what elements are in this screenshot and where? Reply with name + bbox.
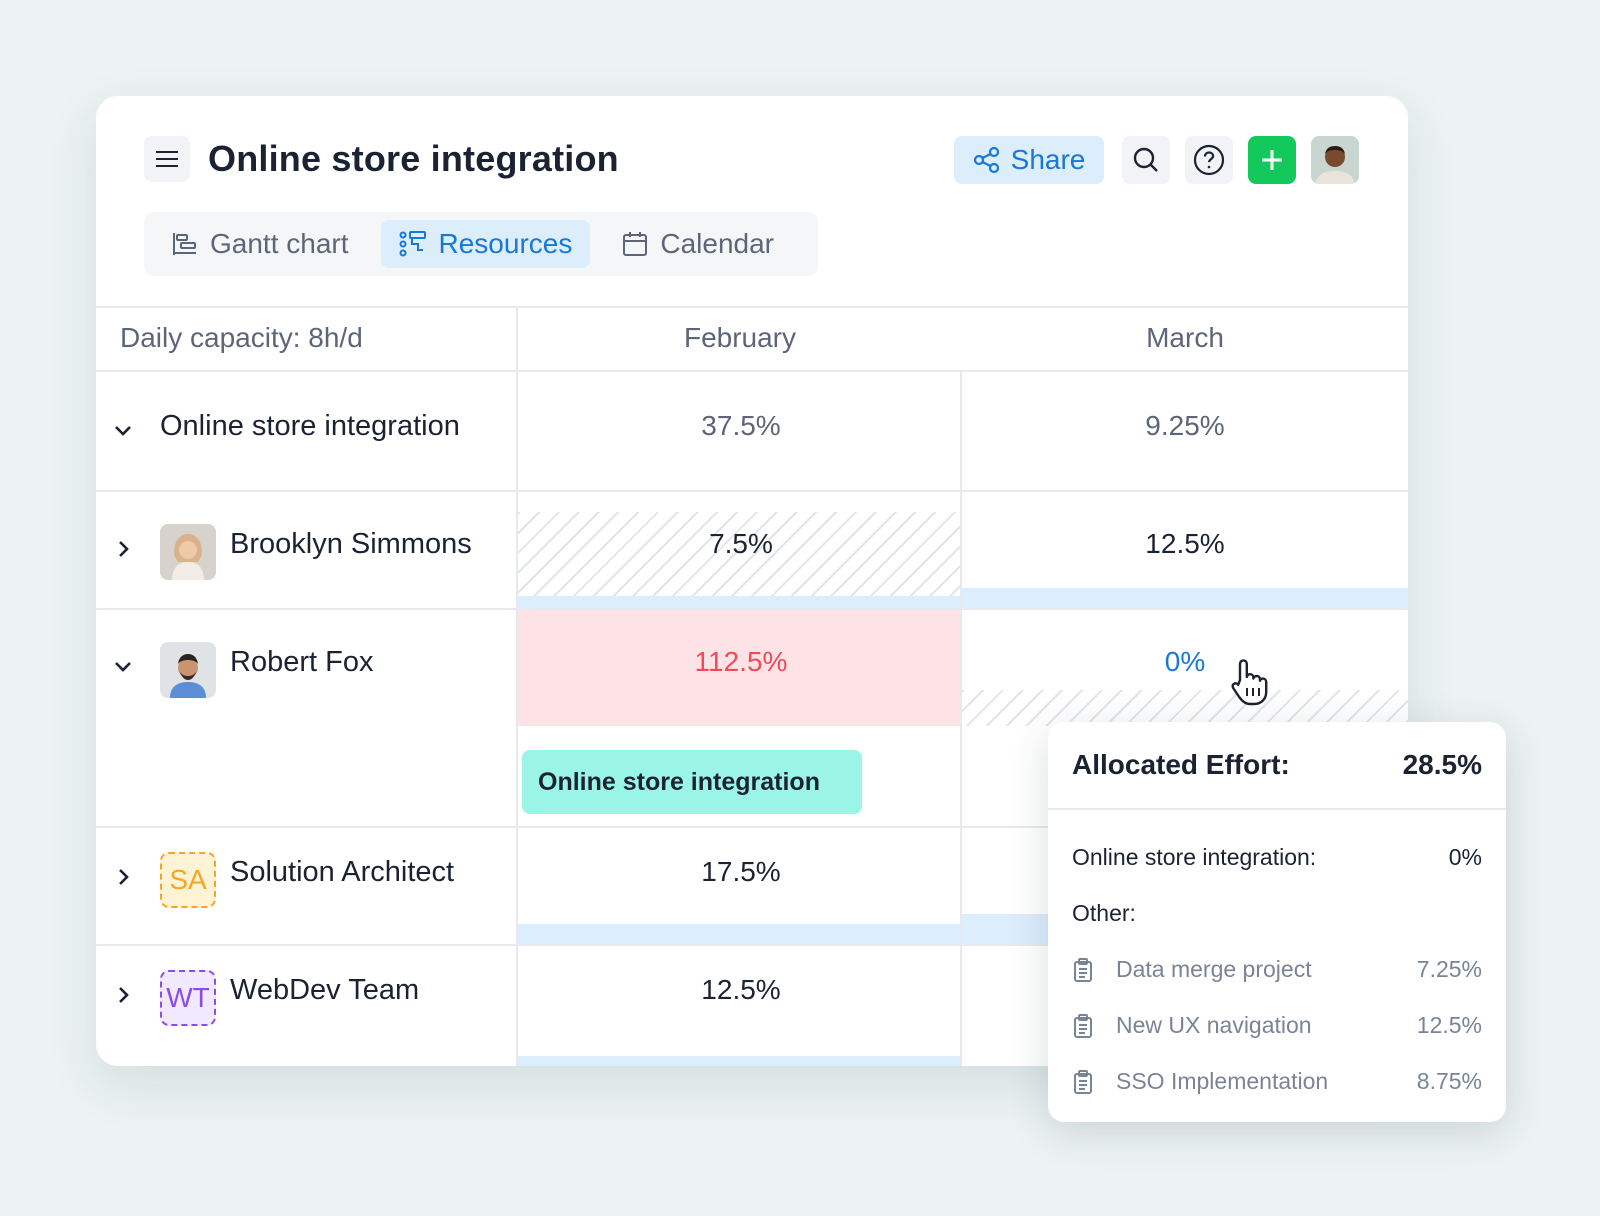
overallocation-value: 112.5% (694, 646, 788, 677)
popup-project-value: 0% (1448, 844, 1482, 870)
calendar-icon (623, 232, 648, 256)
popup-item-name: SSO Implementation (1116, 1068, 1329, 1094)
row-name: Online store integration (160, 410, 460, 442)
clipboard-icon (1074, 1013, 1092, 1038)
team-badge: WT (160, 970, 216, 1026)
user-avatar[interactable] (1311, 136, 1359, 184)
capacity-bar (518, 924, 962, 944)
popup-other-row: Other: (1072, 900, 1482, 927)
help-button[interactable] (1185, 136, 1233, 184)
popup-project-row: Online store integration: 0% (1072, 844, 1482, 871)
capacity-bar (518, 1056, 962, 1066)
month-february: February (683, 322, 797, 353)
popup-item-row: SSO Implementation 8.75% (1072, 1068, 1482, 1095)
popup-item-name: Data merge project (1116, 956, 1312, 982)
menu-button[interactable] (144, 136, 190, 182)
page-title: Online store integration (208, 138, 619, 179)
view-tabs: Gantt chart Resources Calendar (144, 212, 818, 276)
help-icon (1193, 144, 1225, 176)
clipboard-icon (1074, 957, 1092, 982)
row-name: Robert Fox (230, 646, 374, 678)
popup-item-value: 12.5% (1416, 1012, 1482, 1038)
allocation-value: 7.5% (709, 528, 773, 559)
grid-line (96, 490, 1408, 492)
allocation-value: 37.5% (701, 410, 781, 441)
tab-label: Gantt chart (210, 228, 349, 259)
allocated-effort-popup: Allocated Effort: 28.5% Online store int… (1048, 722, 1506, 1122)
popup-item-value: 8.75% (1416, 1068, 1482, 1094)
allocation-value: 9.25% (1145, 410, 1225, 441)
popup-item-name: New UX navigation (1116, 1012, 1312, 1038)
popup-project-label: Online store integration: (1072, 844, 1317, 870)
capacity-label: Daily capacity: 8h/d (120, 322, 363, 353)
clipboard-icon (1074, 1069, 1092, 1094)
tab-label: Calendar (660, 228, 774, 259)
plus-icon (1262, 150, 1282, 170)
chevron-right-icon[interactable] (114, 540, 132, 558)
popup-title: Allocated Effort: (1072, 749, 1290, 780)
chevron-right-icon[interactable] (114, 986, 132, 1004)
avatar (160, 642, 216, 698)
row-name: Solution Architect (230, 856, 455, 888)
search-button[interactable] (1122, 136, 1170, 184)
grid-line (96, 608, 1408, 610)
capacity-bar (962, 588, 1408, 608)
share-icon (973, 146, 999, 174)
menu-icon (156, 151, 178, 167)
gantt-icon (173, 233, 196, 255)
capacity-bar (518, 596, 962, 608)
unavailable-hatch (962, 690, 1408, 726)
share-label: Share (1010, 144, 1086, 175)
tab-calendar[interactable]: Calendar (604, 220, 792, 268)
row-name: Brooklyn Simmons (230, 528, 472, 560)
month-march: March (1146, 322, 1224, 353)
popup-item-row: New UX navigation 12.5% (1072, 1012, 1482, 1039)
row-name: WebDev Team (230, 974, 420, 1006)
avatar (160, 524, 216, 580)
chevron-down-icon[interactable] (114, 422, 132, 440)
popup-item-value: 7.25% (1416, 956, 1482, 982)
chevron-down-icon[interactable] (114, 658, 132, 676)
grid-line (960, 370, 962, 1066)
resources-icon (399, 231, 426, 257)
hand-cursor-icon (1231, 659, 1268, 706)
allocation-value: 12.5% (701, 974, 781, 1005)
popup-header: Allocated Effort: 28.5% (1048, 722, 1506, 810)
search-icon (1133, 147, 1158, 172)
tab-resources[interactable]: Resources (380, 220, 591, 268)
tab-gantt-chart[interactable]: Gantt chart (154, 220, 367, 268)
popup-item-row: Data merge project 7.25% (1072, 956, 1482, 983)
chevron-right-icon[interactable] (114, 868, 132, 886)
grid-line (96, 370, 1408, 372)
grid-line (96, 306, 1408, 308)
allocation-value: 12.5% (1145, 528, 1225, 559)
task-bar[interactable]: Online store integration (522, 750, 862, 814)
role-badge: SA (160, 852, 216, 908)
popup-total: 28.5% (1402, 749, 1482, 780)
share-button[interactable]: Share (954, 136, 1104, 184)
add-button[interactable] (1248, 136, 1296, 184)
popup-other-label: Other: (1072, 900, 1136, 926)
allocation-value[interactable]: 0% (962, 646, 1408, 678)
allocation-value: 17.5% (701, 856, 781, 887)
tab-label: Resources (438, 228, 573, 259)
